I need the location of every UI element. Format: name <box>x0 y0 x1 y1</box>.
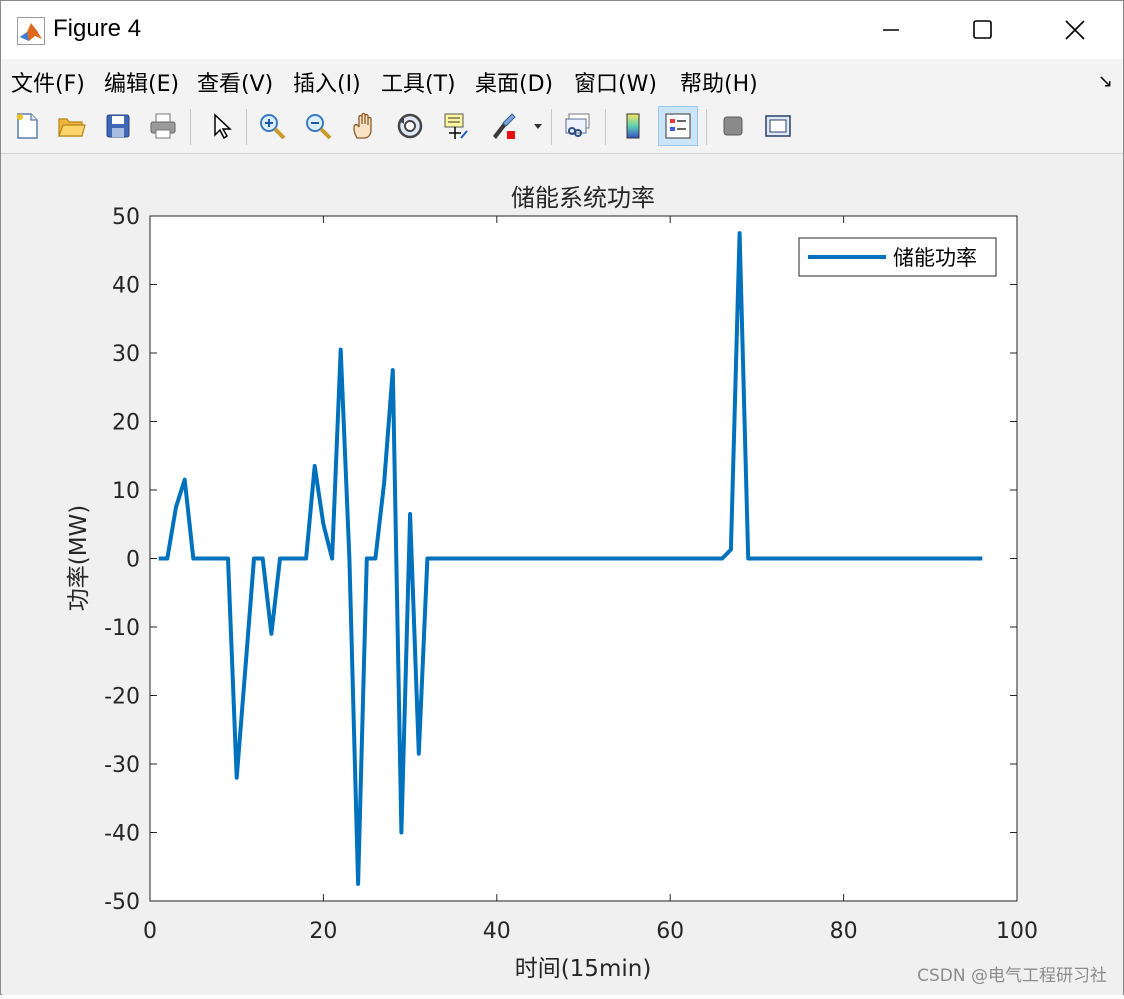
toolbar-separator <box>246 109 247 145</box>
pan-button[interactable] <box>344 106 384 146</box>
new-figure-button[interactable] <box>7 106 47 146</box>
y-tick-label: 0 <box>126 548 140 573</box>
menu-help[interactable]: 帮助(H) <box>680 66 758 98</box>
legend-icon <box>665 113 691 139</box>
y-tick-label: -10 <box>104 616 140 641</box>
data-cursor-icon <box>444 113 468 139</box>
maximize-button[interactable] <box>937 1 1029 59</box>
brush-button[interactable] <box>482 106 522 146</box>
menu-tools[interactable]: 工具(T) <box>381 66 456 98</box>
link-plot-button[interactable] <box>558 106 598 146</box>
y-tick-label: -30 <box>104 753 140 778</box>
x-tick-label: 80 <box>830 919 858 944</box>
new-file-icon <box>17 113 38 139</box>
legend-label: 储能功率 <box>893 246 977 270</box>
open-button[interactable] <box>51 106 91 146</box>
data-cursor-button[interactable] <box>436 106 476 146</box>
zoom-in-icon <box>260 114 286 140</box>
zoom-in-button[interactable] <box>252 106 292 146</box>
brush-dropdown-button[interactable] <box>528 106 548 146</box>
menu-bar: 文件(F) 编辑(E) 查看(V) 插入(I) 工具(T) 桌面(D) 窗口(W… <box>1 59 1123 101</box>
close-button[interactable] <box>1029 1 1121 59</box>
menu-edit[interactable]: 编辑(E) <box>104 66 179 98</box>
window-title: Figure 4 <box>53 15 142 42</box>
line-chart: 0 20 40 60 80 100 -50 -40 -30 -20 -10 0 10 20 30 40 50 储… <box>66 184 1038 982</box>
y-tick-label: -20 <box>104 685 140 710</box>
open-folder-icon <box>58 118 86 137</box>
y-tick-label: 30 <box>112 342 140 367</box>
y-axis-label: 功率(MW) <box>66 505 92 612</box>
brush-icon <box>493 113 516 139</box>
x-tick-label: 100 <box>996 919 1038 944</box>
toolbar-separator <box>190 109 191 145</box>
figure-window: Figure 4 文件(F) 编辑(E) 查看(V) 插入(I) 工具(T) 桌… <box>0 0 1124 995</box>
x-tick-label: 60 <box>656 919 684 944</box>
figure-canvas: 0 20 40 60 80 100 -50 -40 -30 -20 -10 0 10 20 30 40 50 储… <box>2 154 1123 995</box>
hide-plot-tools-icon <box>723 116 743 136</box>
hide-plot-tools-button[interactable] <box>713 106 753 146</box>
print-icon <box>150 113 176 139</box>
insert-colorbar-button[interactable] <box>613 106 653 146</box>
chart-title: 储能系统功率 <box>511 184 655 212</box>
y-tick-label: 40 <box>112 274 140 299</box>
edit-plot-button[interactable] <box>200 106 240 146</box>
figure-toolbar <box>1 101 1123 154</box>
toolbar-separator <box>605 109 606 145</box>
zoom-out-icon <box>306 114 332 140</box>
maximize-icon <box>973 20 992 39</box>
x-tick-label: 40 <box>483 919 511 944</box>
y-tick-label: 50 <box>112 205 140 230</box>
show-plot-tools-icon <box>765 115 791 137</box>
close-icon <box>1065 20 1085 40</box>
save-icon <box>106 114 130 138</box>
y-tick-label: -40 <box>104 822 140 847</box>
x-tick-label: 0 <box>143 919 157 944</box>
y-tick-label: -50 <box>104 890 140 915</box>
dock-arrow-icon[interactable]: ↘ <box>1098 71 1113 92</box>
title-bar[interactable]: Figure 4 <box>1 1 1123 59</box>
watermark: CSDN @电气工程研习社 <box>917 966 1107 986</box>
menu-file[interactable]: 文件(F) <box>11 66 85 98</box>
y-tick-label: 10 <box>112 479 140 504</box>
pointer-icon <box>214 113 232 140</box>
colorbar-icon <box>626 113 640 139</box>
rotate-button[interactable] <box>390 106 430 146</box>
zoom-out-button[interactable] <box>298 106 338 146</box>
toolbar-separator <box>706 109 707 145</box>
chevron-down-icon <box>534 124 542 129</box>
menu-insert[interactable]: 插入(I) <box>293 66 361 98</box>
minimize-button[interactable] <box>845 1 937 59</box>
x-axis-label: 时间(15min) <box>515 956 652 982</box>
toolbar-separator <box>551 109 552 145</box>
matlab-logo-icon <box>17 17 45 45</box>
menu-desktop[interactable]: 桌面(D) <box>475 66 553 98</box>
show-plot-tools-button[interactable] <box>758 106 798 146</box>
save-button[interactable] <box>98 106 138 146</box>
insert-legend-button[interactable] <box>658 106 698 146</box>
x-tick-label: 20 <box>309 919 337 944</box>
menu-view[interactable]: 查看(V) <box>197 66 273 98</box>
menu-window[interactable]: 窗口(W) <box>574 66 657 98</box>
rotate-3d-icon <box>397 113 423 139</box>
legend[interactable]: 储能功率 <box>798 237 997 277</box>
print-button[interactable] <box>143 106 183 146</box>
y-tick-label: 20 <box>112 411 140 436</box>
minimize-icon <box>883 29 899 31</box>
pan-hand-icon <box>353 112 372 139</box>
link-icon <box>565 113 590 137</box>
